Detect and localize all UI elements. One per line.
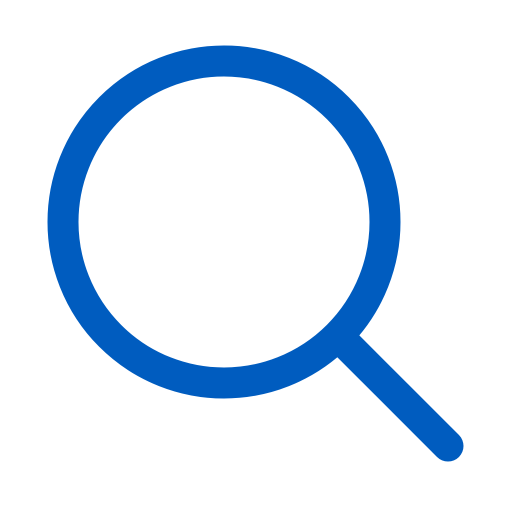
icon-canvas [0, 0, 512, 512]
search-icon [0, 0, 512, 512]
search-icon-handle [326, 324, 464, 462]
